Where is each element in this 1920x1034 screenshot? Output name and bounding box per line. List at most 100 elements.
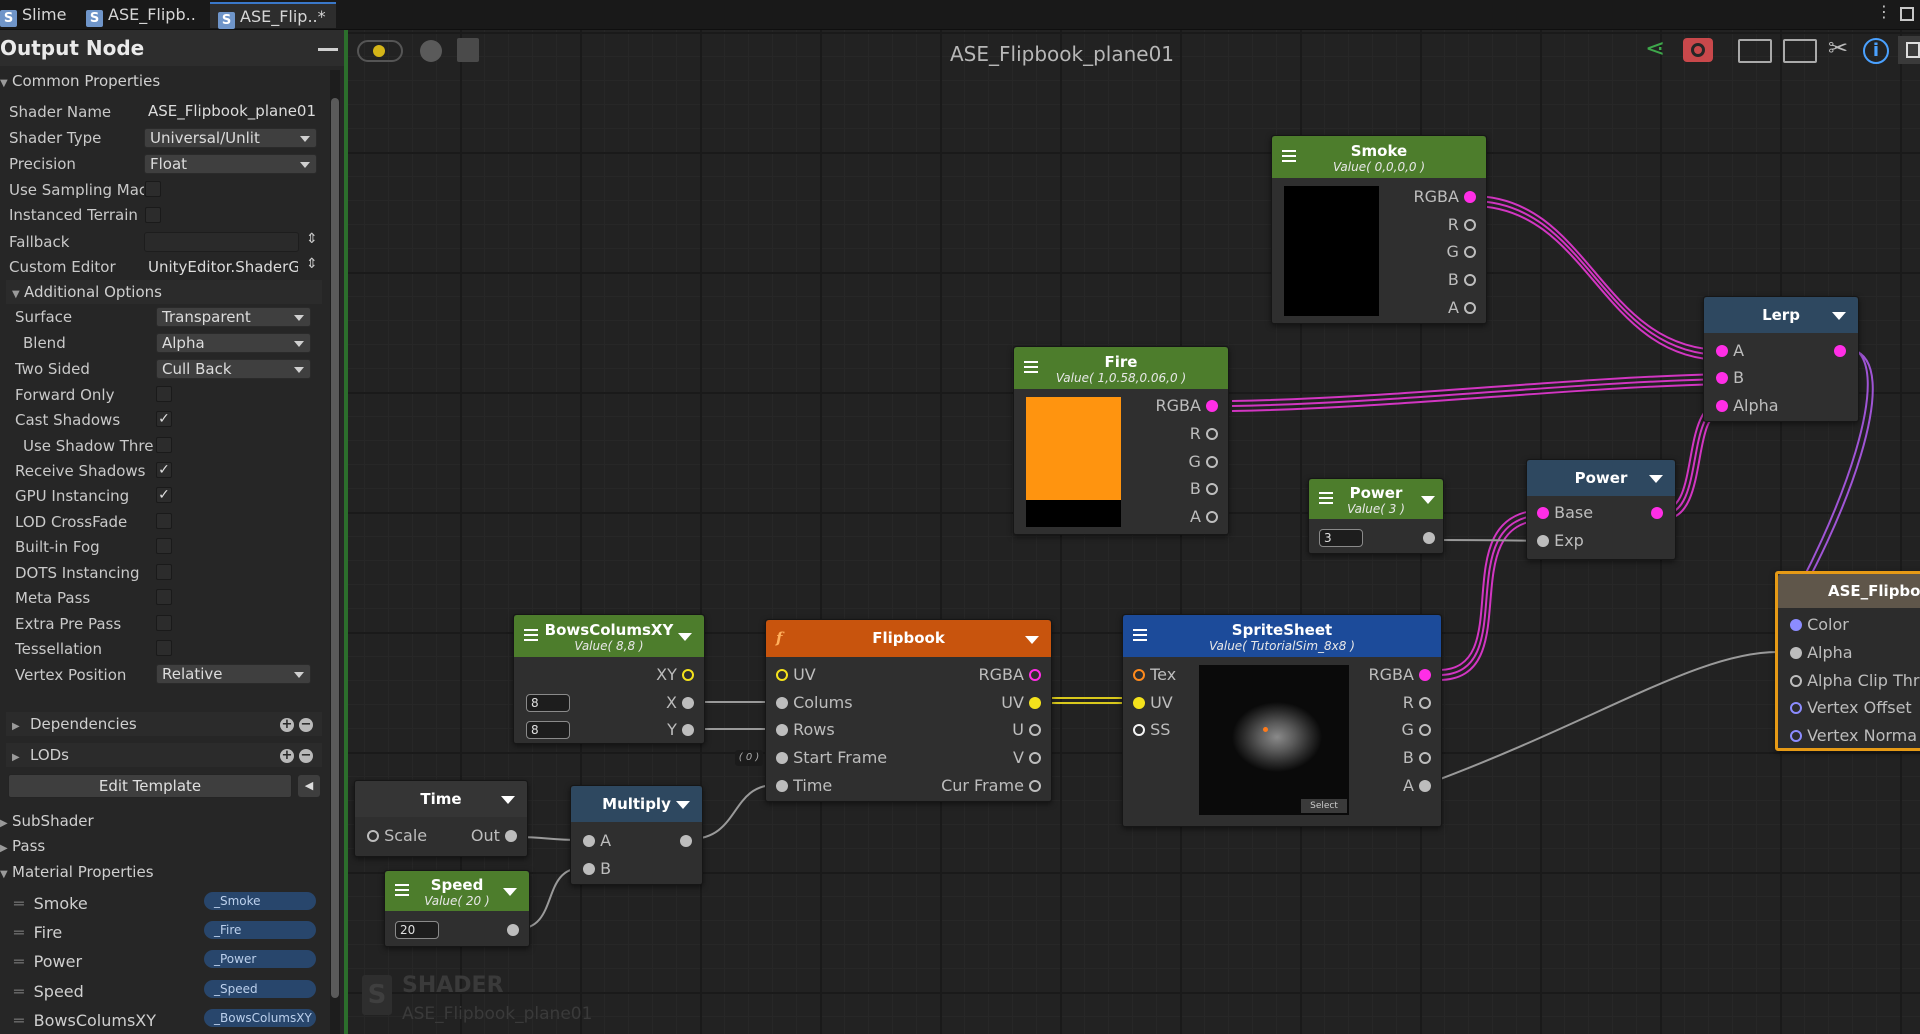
texture-preview[interactable]: Select (1199, 665, 1349, 815)
port-b[interactable]: B (1403, 749, 1431, 767)
menu-icon[interactable] (524, 629, 538, 643)
common-properties-section[interactable]: ▼ Common Properties (0, 72, 160, 90)
smoke-node[interactable]: Smoke Value( 0,0,0,0 ) RGBA R G B A (1271, 135, 1487, 324)
drag-handle-icon[interactable]: ═ (14, 982, 24, 1001)
time-node[interactable]: Time Scale Out (354, 780, 528, 857)
material-prop-speed[interactable]: ═ Speed (14, 982, 84, 1001)
material-prop-smoke[interactable]: ═ Smoke (14, 894, 88, 913)
start-frame-default[interactable]: ( 0 ) (735, 750, 763, 766)
output-master-node[interactable]: ASE_Flipboo Color Alpha Alpha Clip Thr V… (1775, 571, 1920, 751)
bowscolumsxy-node[interactable]: BowsColumsXY Value( 8,8 ) XY 8 X 8 Y (513, 614, 705, 744)
scrollbar-thumb[interactable] (331, 98, 339, 998)
port-r[interactable]: R (1403, 694, 1431, 712)
port-b[interactable]: B (1716, 369, 1744, 387)
live-mode-toggle-icon[interactable] (357, 40, 403, 62)
port-alpha[interactable]: Alpha (1716, 397, 1779, 415)
port-rgba[interactable]: RGBA (1155, 397, 1218, 415)
add-lod-icon[interactable]: + (280, 749, 294, 763)
tessellation-checkbox[interactable] (156, 640, 172, 656)
port-out[interactable] (507, 921, 519, 939)
flipbook-node[interactable]: f Flipbook UV Colums Rows Start Frame Tim… (765, 619, 1052, 802)
remove-lod-icon[interactable]: − (299, 749, 313, 763)
add-dependency-icon[interactable]: + (280, 718, 294, 732)
lods-section[interactable]: ▶ LODs (6, 743, 322, 767)
port-g[interactable]: G (1447, 243, 1476, 261)
menu-icon[interactable] (1133, 629, 1147, 643)
custom-editor-stepper-icon[interactable]: ⇕ (306, 256, 318, 272)
instanced-terrain-checkbox[interactable] (145, 207, 161, 223)
collapse-arrow-icon[interactable]: ◀ (298, 775, 320, 797)
power-value-input[interactable]: 3 (1319, 529, 1363, 547)
use-sampling-checkbox[interactable] (145, 181, 161, 197)
dropdown-arrow-icon[interactable] (1421, 496, 1435, 504)
port-rows[interactable]: Rows (776, 721, 835, 739)
tab-ase-flipbook[interactable]: S ASE_Flipb.. (84, 2, 204, 28)
port-r[interactable]: R (1190, 425, 1218, 443)
receive-shadows-checkbox[interactable]: ✓ (156, 462, 172, 478)
material-prop-power[interactable]: ═ Power (14, 952, 82, 971)
dropdown-arrow-icon[interactable] (1649, 475, 1663, 483)
port-g[interactable]: G (1189, 453, 1218, 471)
focus-selection-icon[interactable] (1738, 39, 1772, 63)
info-icon[interactable]: i (1863, 38, 1889, 64)
port-out[interactable] (680, 832, 692, 850)
speed-node[interactable]: Speed Value( 20 ) 20 (384, 870, 530, 947)
port-out[interactable] (1834, 342, 1846, 360)
preview-sphere-icon[interactable] (420, 40, 442, 62)
subshader-section[interactable]: ▶ SubShader (0, 812, 94, 830)
custom-editor-field[interactable]: UnityEditor.ShaderG (144, 257, 299, 277)
material-prop-bowscolumsxy[interactable]: ═ BowsColumsXY (14, 1011, 156, 1030)
port-ss[interactable]: SS (1133, 721, 1170, 739)
shader-type-dropdown[interactable]: Universal/Unlit (144, 128, 317, 148)
port-uv[interactable]: UV (1133, 694, 1173, 712)
port-uv[interactable]: UV (776, 666, 816, 684)
menu-icon[interactable] (1282, 150, 1296, 164)
side-panel-icon[interactable] (1898, 36, 1920, 64)
port-v[interactable]: V (1013, 749, 1041, 767)
port-uv-out[interactable]: UV (1001, 694, 1041, 712)
port-a[interactable]: A (1190, 508, 1218, 526)
bows-x-input[interactable]: 8 (526, 694, 570, 712)
port-exp[interactable]: Exp (1537, 532, 1584, 550)
material-prop-fire[interactable]: ═ Fire (14, 923, 62, 942)
port-a[interactable]: A (583, 832, 611, 850)
port-alpha-clip[interactable]: Alpha Clip Thr (1790, 672, 1919, 690)
port-alpha[interactable]: Alpha (1790, 644, 1853, 662)
port-tex[interactable]: Tex (1133, 666, 1176, 684)
dropdown-arrow-icon[interactable] (678, 633, 692, 641)
edit-template-button[interactable]: Edit Template (8, 774, 292, 798)
port-rgba-out[interactable]: RGBA (1368, 666, 1431, 684)
port-out[interactable] (1651, 504, 1663, 522)
port-a[interactable]: A (1448, 299, 1476, 317)
power-const-node[interactable]: Power Value( 3 ) 3 (1308, 478, 1444, 554)
panel-scrollbar[interactable] (330, 70, 340, 1034)
bows-y-input[interactable]: 8 (526, 721, 570, 739)
pass-section[interactable]: ▶ Pass (0, 837, 45, 855)
menu-icon[interactable] (1024, 361, 1038, 375)
port-base[interactable]: Base (1537, 504, 1593, 522)
port-rgba-out[interactable]: RGBA (978, 666, 1041, 684)
multiply-node[interactable]: Multiply A B (570, 785, 703, 885)
power-node[interactable]: Power Base Exp (1526, 459, 1676, 560)
cast-shadows-checkbox[interactable]: ✓ (156, 411, 172, 427)
shader-name-field[interactable]: ASE_Flipbook_plane01 (144, 101, 317, 121)
material-properties-section[interactable]: ▼ Material Properties (0, 863, 154, 881)
share-icon[interactable]: ⋖ (1645, 36, 1665, 60)
port-xy[interactable]: XY (656, 666, 694, 684)
extra-pre-pass-checkbox[interactable] (156, 615, 172, 631)
port-vertex-offset[interactable]: Vertex Offset (1790, 699, 1912, 717)
port-x[interactable]: X (666, 694, 694, 712)
minimize-icon[interactable] (318, 48, 338, 51)
cleanup-icon[interactable]: ✂ (1828, 36, 1848, 60)
fallback-stepper-icon[interactable]: ⇕ (306, 231, 318, 247)
port-cur-frame[interactable]: Cur Frame (941, 777, 1041, 795)
surface-dropdown[interactable]: Transparent (156, 307, 311, 327)
port-b[interactable]: B (1448, 271, 1476, 289)
drag-handle-icon[interactable]: ═ (14, 923, 24, 942)
builtin-fog-checkbox[interactable] (156, 538, 172, 554)
dropdown-arrow-icon[interactable] (1025, 635, 1039, 644)
menu-icon[interactable] (1319, 492, 1333, 506)
precision-dropdown[interactable]: Float (144, 154, 317, 174)
spritesheet-node[interactable]: SpriteSheet Value( TutorialSim_8x8 ) Tex … (1122, 614, 1442, 827)
speed-value-input[interactable]: 20 (395, 921, 439, 939)
